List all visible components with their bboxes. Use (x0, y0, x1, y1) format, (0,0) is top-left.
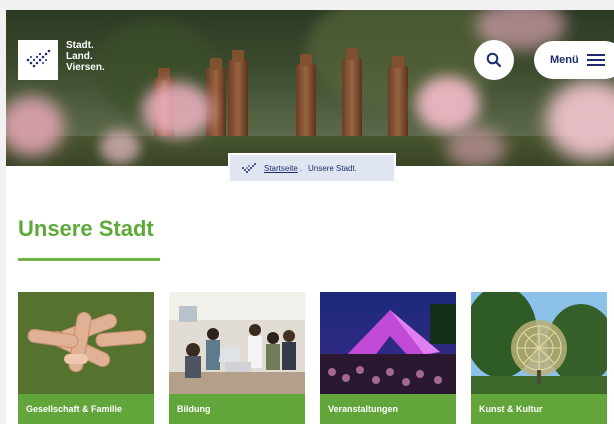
logo-line: Viersen. (66, 62, 105, 73)
page: Stadt. Land. Viersen. Menü Startseite . … (6, 10, 614, 424)
check-icon[interactable] (240, 162, 258, 174)
category-cards: Gesellschaft & Familie Bildung Veranstal… (18, 292, 608, 424)
card-label: Gesellschaft & Familie (18, 394, 154, 424)
card-bildung[interactable]: Bildung (169, 292, 305, 424)
viersen-logo-icon (18, 40, 58, 80)
search-button[interactable] (474, 40, 514, 80)
card-image (169, 292, 305, 394)
card-image (471, 292, 607, 394)
card-gesellschaft-familie[interactable]: Gesellschaft & Familie (18, 292, 154, 424)
card-image (320, 292, 456, 394)
search-icon (486, 52, 502, 68)
hamburger-icon (586, 54, 605, 66)
breadcrumb-link-startseite[interactable]: Startseite (264, 164, 298, 173)
site-logo[interactable]: Stadt. Land. Viersen. (18, 40, 105, 80)
menu-button[interactable]: Menü (534, 41, 614, 79)
breadcrumb-separator: . (299, 163, 303, 173)
card-label: Bildung (169, 394, 305, 424)
logo-line: Land. (66, 51, 93, 62)
logo-wordmark: Stadt. Land. Viersen. (66, 40, 105, 73)
breadcrumb-current: Unsere Stadt. (308, 163, 357, 173)
hero-image: Stadt. Land. Viersen. Menü (6, 10, 614, 166)
title-underline (18, 258, 160, 261)
breadcrumb: Startseite . Unsere Stadt. (228, 153, 396, 183)
card-label: Veranstaltungen (320, 394, 456, 424)
logo-line: Stadt. (66, 40, 94, 51)
menu-label: Menü (550, 54, 579, 66)
card-veranstaltungen[interactable]: Veranstaltungen (320, 292, 456, 424)
page-title: Unsere Stadt (18, 216, 154, 241)
card-kunst-kultur[interactable]: Kunst & Kultur (471, 292, 607, 424)
card-image (18, 292, 154, 394)
card-label: Kunst & Kultur (471, 394, 607, 424)
